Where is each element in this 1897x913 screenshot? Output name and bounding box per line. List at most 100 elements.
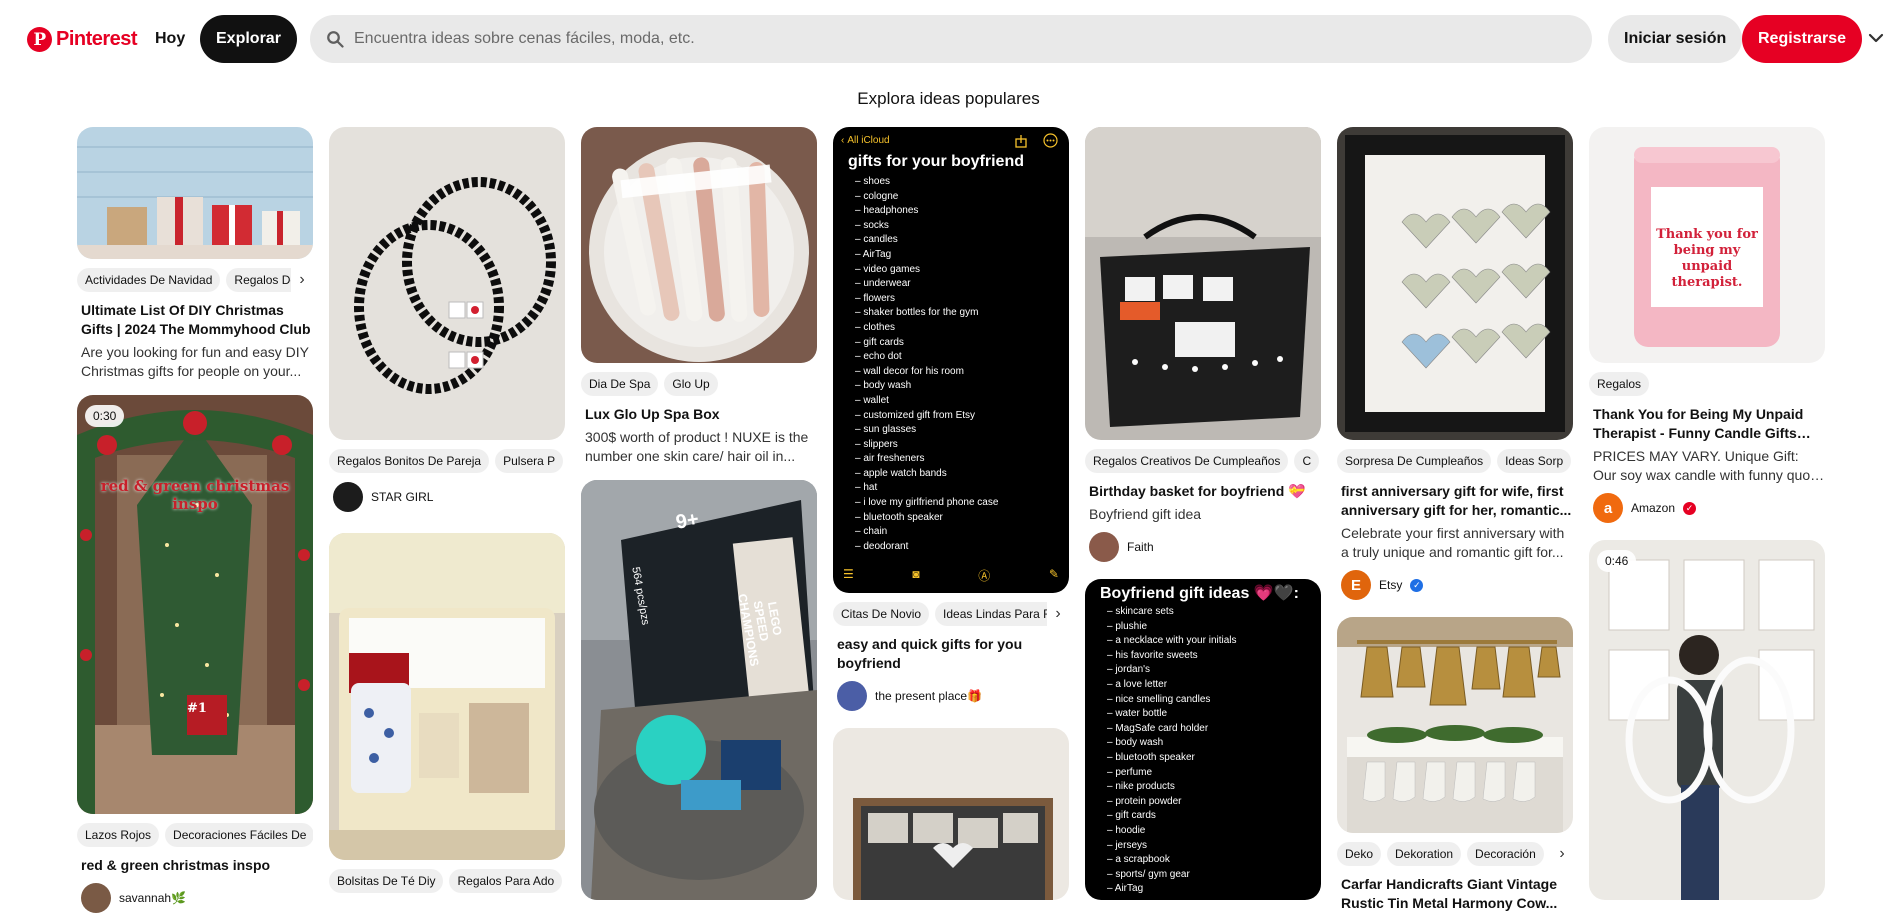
pin-image[interactable]: Boyfriend gift ideas 💗🖤: – skincare sets… — [1085, 579, 1321, 900]
pin-title[interactable]: Carfar Handicrafts Giant Vintage Rustic … — [1337, 875, 1573, 913]
pin-card[interactable]: Thank you for being my unpaid therapist.… — [1589, 127, 1825, 523]
pin-card[interactable]: Bolsitas De Té Diy Regalos Para Ado — [329, 533, 565, 894]
pin-card[interactable]: Regalos Creativos De Cumpleaños C Birthd… — [1085, 127, 1321, 562]
chevron-right-icon[interactable]: › — [1551, 842, 1573, 866]
tag-chip[interactable]: Bolsitas De Té Diy — [329, 869, 444, 893]
pin-image[interactable] — [77, 127, 313, 259]
tag-chip[interactable]: Glo Up — [664, 372, 718, 396]
tag-chip[interactable]: Deko — [1337, 842, 1382, 866]
tag-chip[interactable]: Regalos Para Ado — [449, 869, 563, 893]
pin-card[interactable]: 9+ LEGO SPEED CHAMPIONS 564 pcs/pzs — [581, 480, 817, 900]
pin-author[interactable]: E Etsy ✓ — [1337, 570, 1573, 600]
pin-image[interactable] — [1085, 127, 1321, 440]
notes-list-item: – bluetooth speaker — [1107, 751, 1195, 763]
tag-chip[interactable]: C — [1294, 449, 1320, 473]
pin-image[interactable] — [329, 533, 565, 860]
chevron-down-icon[interactable] — [1866, 28, 1886, 48]
tag-chip[interactable]: Lazos Rojos — [77, 823, 160, 847]
notes-list-item: – gift cards — [1107, 810, 1156, 822]
pin-image[interactable] — [1337, 617, 1573, 833]
chevron-right-icon[interactable]: › — [1047, 602, 1069, 626]
pin-tags: Sorpresa De Cumpleaños Ideas Sorp — [1337, 449, 1573, 474]
pin-author[interactable]: the present place🎁 — [833, 681, 1069, 711]
pin-description: Celebrate your first anniversary with a … — [1341, 525, 1565, 560]
notes-list-item: – perfume — [1107, 766, 1153, 778]
notes-list-item: – a scrapbook — [1107, 854, 1170, 866]
tag-chip[interactable]: Regalos Creativos De Cumpleaños — [1085, 449, 1289, 473]
pin-image[interactable] — [329, 127, 565, 440]
notes-list-item: – water bottle — [1107, 708, 1168, 720]
author-name: Faith — [1127, 540, 1154, 554]
pin-author[interactable]: STAR GIRL — [329, 482, 565, 512]
tag-chip[interactable]: Ideas Sorp — [1497, 449, 1572, 473]
pin-title[interactable]: first anniversary gift for wife, first a… — [1337, 482, 1573, 520]
pin-title[interactable]: Ultimate List Of DIY Christmas Gifts | 2… — [77, 301, 313, 339]
notes-list-item: – socks — [855, 219, 889, 231]
notes-list-item: – AirTag — [855, 248, 892, 260]
pin-card[interactable]: Deko Dekoration Decoración › Carfar Hand… — [1337, 617, 1573, 913]
pin-image[interactable] — [581, 127, 817, 363]
pin-description: PRICES MAY VARY. Unique Gift: Our soy wa… — [1593, 448, 1822, 483]
pin-card[interactable]: Dia De Spa Glo Up Lux Glo Up Spa Box 300… — [581, 127, 817, 466]
video-duration-badge: 0:30 — [85, 405, 125, 427]
pin-image[interactable]: 0:46 — [1589, 540, 1825, 900]
avatar: a — [1593, 493, 1623, 523]
notes-list-item: – air fresheners — [855, 453, 925, 465]
tag-chip[interactable]: Citas De Novio — [833, 602, 930, 626]
pin-card[interactable]: 0:30 red & green christmas inspo #1 Lazo… — [77, 395, 313, 913]
notes-list-item: – a necklace with your initials — [1107, 635, 1237, 647]
search-bar[interactable] — [310, 15, 1592, 63]
tag-chip[interactable]: Regalos — [1589, 372, 1650, 396]
chevron-left-icon: ‹ — [841, 135, 845, 146]
tag-chip[interactable]: Dia De Spa — [581, 372, 659, 396]
pin-tags: Regalos Creativos De Cumpleaños C — [1085, 449, 1321, 474]
pin-title[interactable]: red & green christmas inspo — [77, 856, 313, 875]
notes-list-item: – plushie — [1107, 620, 1148, 632]
pin-overlay-text: red & green christmas inspo — [100, 477, 290, 513]
more-icon — [1043, 133, 1058, 148]
pin-image[interactable] — [833, 728, 1069, 900]
tag-chip[interactable]: Dekoration — [1387, 842, 1462, 866]
verified-icon: ✓ — [1683, 501, 1697, 515]
pin-tags: Regalos Bonitos De Pareja Pulsera P — [329, 449, 565, 474]
pin-image[interactable]: 0:30 red & green christmas inspo #1 — [77, 395, 313, 814]
pin-image[interactable]: 9+ LEGO SPEED CHAMPIONS 564 pcs/pzs — [581, 480, 817, 900]
tag-chip[interactable]: Decoraciones Fáciles De — [165, 823, 313, 847]
pin-title[interactable]: Lux Glo Up Spa Box — [581, 405, 817, 424]
pin-author[interactable]: a Amazon ✓ — [1589, 493, 1825, 523]
tag-chip[interactable]: Actividades De Navidad — [77, 268, 221, 292]
pin-image[interactable]: ‹ All iCloud gifts for your boyfriend – … — [833, 127, 1069, 593]
author-name: the present place🎁 — [875, 689, 983, 703]
pin-card[interactable]: 0:46 — [1589, 540, 1825, 900]
tag-chip[interactable]: Sorpresa De Cumpleaños — [1337, 449, 1492, 473]
pin-title[interactable]: Birthday basket for boyfriend 💝 — [1085, 482, 1321, 501]
pinterest-logo[interactable]: P Pinterest — [27, 27, 138, 52]
tag-chip[interactable]: Regalos Bonitos De Pareja — [329, 449, 490, 473]
notes-list-item: – AirTag — [1107, 883, 1144, 895]
pin-tags: Citas De Novio Ideas Lindas Para Re › — [833, 602, 1069, 627]
notes-list-item: – sun glasses — [855, 424, 917, 436]
tag-chip[interactable]: Decoración — [1467, 842, 1544, 866]
pin-card[interactable]: ‹ All iCloud gifts for your boyfriend – … — [833, 127, 1069, 711]
pin-image[interactable] — [1337, 127, 1573, 440]
pin-card[interactable]: Boyfriend gift ideas 💗🖤: – skincare sets… — [1085, 579, 1321, 900]
pin-card[interactable]: Actividades De Navidad Regalos De › Ulti… — [77, 127, 313, 381]
tag-chip[interactable]: Pulsera P — [495, 449, 564, 473]
nav-today-link[interactable]: Hoy — [139, 15, 201, 63]
pin-card[interactable]: Sorpresa De Cumpleaños Ideas Sorp first … — [1337, 127, 1573, 600]
signup-button[interactable]: Registrarse — [1742, 15, 1863, 63]
pin-image[interactable]: Thank you for being my unpaid therapist. — [1589, 127, 1825, 363]
search-input[interactable] — [354, 30, 1554, 48]
candle-label-text: Thank you for being my unpaid therapist. — [1656, 227, 1758, 290]
pin-card[interactable]: Regalos Bonitos De Pareja Pulsera P STAR… — [329, 127, 565, 512]
pin-author[interactable]: Faith — [1085, 532, 1321, 562]
pin-author[interactable]: savannah🌿 — [77, 883, 313, 913]
login-button[interactable]: Iniciar sesión — [1608, 15, 1743, 63]
pin-title[interactable]: Thank You for Being My Unpaid Therapist … — [1589, 405, 1825, 443]
chevron-right-icon[interactable]: › — [291, 268, 313, 292]
pin-title[interactable]: easy and quick gifts for you boyfriend — [833, 635, 1069, 673]
pin-card[interactable] — [833, 728, 1069, 900]
notes-list-item: – deodorant — [855, 540, 909, 552]
notes-list-item: – i love my girlfriend phone case — [855, 497, 999, 509]
nav-explore-link[interactable]: Explorar — [200, 15, 297, 63]
